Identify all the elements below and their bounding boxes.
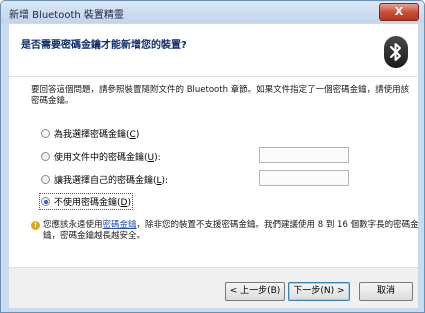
option-choose-for-me[interactable]: 為我選擇密碼金鑰(C) xyxy=(41,127,139,140)
radio-button[interactable] xyxy=(41,129,50,138)
next-button[interactable]: 下一步(N) > xyxy=(288,282,350,301)
radio-button[interactable] xyxy=(41,175,50,184)
title-bar: 新增 Bluetooth 裝置精靈 X xyxy=(1,1,424,23)
close-button[interactable]: X xyxy=(379,3,419,21)
wizard-header: 是否需要密碼金鑰才能新增您的裝置? xyxy=(9,24,418,77)
wizard-body: 要回答這個問題，請參照裝置隨附文件的 Bluetooth 章節。如果文件指定了一… xyxy=(9,77,419,267)
page-title: 是否需要密碼金鑰才能新增您的裝置? xyxy=(21,40,187,51)
wizard-window: 新增 Bluetooth 裝置精靈 X 是否需要密碼金鑰才能新增您的裝置? 要回… xyxy=(0,0,425,313)
warning-shield-icon: ! xyxy=(31,221,40,230)
cancel-button[interactable]: 取消 xyxy=(359,282,413,301)
security-warning: ! 您應該永遠使用密碼金鑰，除非您的裝置不支援密碼金鑰。我們建議使用 8 到 1… xyxy=(31,220,423,242)
wizard-footer: < 上一步(B) 下一步(N) > 取消 xyxy=(9,267,418,308)
option-use-document-key[interactable]: 使用文件中的密碼金鑰(U): xyxy=(41,150,161,163)
document-key-input[interactable] xyxy=(259,147,349,163)
back-button[interactable]: < 上一步(B) xyxy=(225,282,285,301)
bluetooth-icon xyxy=(384,36,408,68)
intro-text: 要回答這個問題，請參照裝置隨附文件的 Bluetooth 章節。如果文件指定了一… xyxy=(31,85,410,106)
window-title: 新增 Bluetooth 裝置精靈 xyxy=(9,10,124,21)
radio-button[interactable] xyxy=(41,152,50,161)
passkey-link[interactable]: 密碼金鑰 xyxy=(103,220,137,230)
option-choose-own-key[interactable]: 讓我選擇自己的密碼金鑰(L): xyxy=(41,173,168,186)
option-no-key[interactable]: 不使用密碼金鑰(D) xyxy=(39,193,133,210)
radio-button-selected[interactable] xyxy=(41,197,50,206)
own-key-input[interactable] xyxy=(259,170,349,186)
